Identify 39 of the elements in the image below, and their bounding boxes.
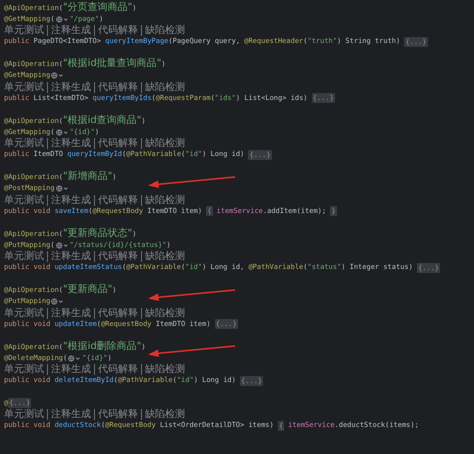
code-lens-link[interactable]: 单元测试	[4, 138, 47, 149]
globe-dropdown-icon[interactable]	[68, 354, 82, 362]
globe-dropdown-icon[interactable]	[56, 242, 69, 249]
globe-dropdown-icon[interactable]	[56, 128, 69, 136]
code-lens-link[interactable]: 单元测试	[4, 308, 47, 318]
code-lens-link[interactable]: 代码解释	[94, 364, 141, 375]
code-lens-link[interactable]: 单元测试	[4, 409, 47, 420]
globe-dropdown-icon[interactable]	[56, 185, 69, 192]
code-lens-link[interactable]: 注释生成	[47, 251, 94, 262]
globe-dropdown-icon[interactable]	[51, 298, 64, 306]
code-lens-link[interactable]: 缺陷检测	[141, 138, 188, 149]
code-lens-link[interactable]: 缺陷检测	[141, 82, 188, 92]
code-lens-link[interactable]: 单元测试	[4, 82, 47, 92]
code-lens-link[interactable]: 代码解释	[94, 138, 141, 149]
globe-dropdown-icon[interactable]	[51, 72, 64, 80]
globe-dropdown-icon[interactable]	[56, 16, 69, 23]
code-lens-link[interactable]: 注释生成	[47, 308, 94, 318]
code-lens-link[interactable]: 单元测试	[4, 194, 47, 206]
code-lens-link[interactable]: 单元测试	[4, 251, 47, 262]
code-lens-link[interactable]: 代码解释	[94, 25, 141, 36]
code-lens-link[interactable]: 代码解释	[94, 194, 141, 206]
code-lens-link[interactable]: 缺陷检测	[141, 251, 188, 262]
code-lens-link[interactable]: 注释生成	[47, 138, 94, 149]
code-lens-link[interactable]: 注释生成	[47, 409, 94, 420]
code-lens-link[interactable]: 注释生成	[47, 25, 94, 36]
code-lens-link[interactable]: 缺陷检测	[141, 364, 188, 375]
code-lens-link[interactable]: 代码解释	[94, 409, 141, 420]
code-lens-link[interactable]: 缺陷检测	[141, 194, 188, 206]
code-lens-link[interactable]: 缺陷检测	[141, 308, 188, 318]
code-lens-link[interactable]: 缺陷检测	[141, 25, 188, 36]
code-lens-link[interactable]: 代码解释	[94, 308, 141, 318]
code-lens-link[interactable]: 注释生成	[47, 194, 94, 206]
code-lens-link[interactable]: 注释生成	[47, 364, 94, 375]
code-lens-link[interactable]: 单元测试	[4, 25, 47, 36]
code-lens-link[interactable]: 单元测试	[4, 364, 47, 375]
code-lens-link[interactable]: 代码解释	[94, 82, 141, 92]
code-lens-link[interactable]: 代码解释	[94, 251, 141, 262]
code-lens-link[interactable]: 注释生成	[47, 82, 94, 92]
code-lens-link[interactable]: 缺陷检测	[141, 409, 188, 420]
